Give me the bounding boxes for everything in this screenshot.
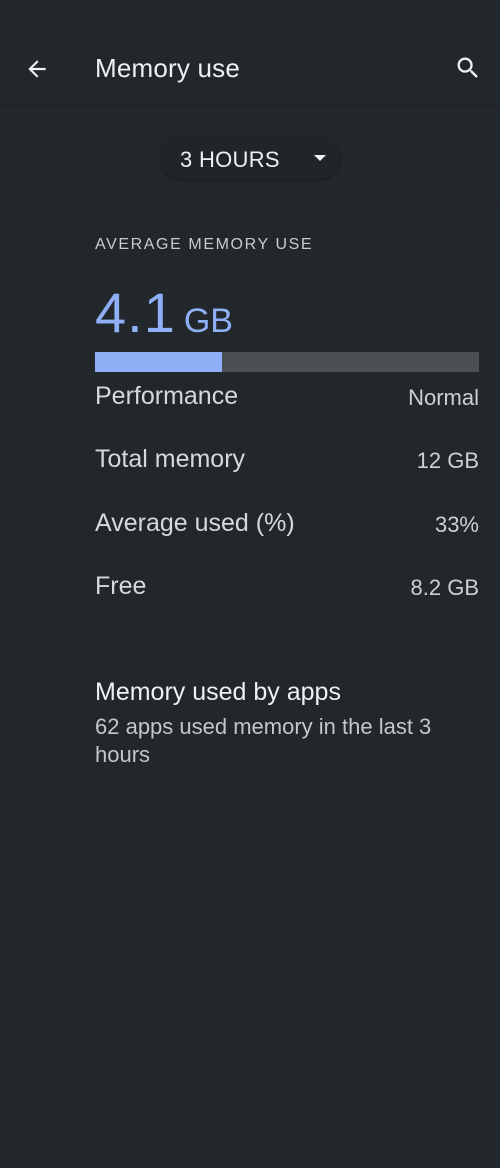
period-dropdown-label: 3 HOURS — [180, 147, 280, 172]
search-button[interactable] — [444, 44, 492, 92]
section-label: AVERAGE MEMORY USE — [95, 236, 314, 253]
stat-row-total-memory: Total memory 12 GB — [95, 445, 479, 481]
stat-label: Total memory — [95, 445, 246, 473]
memory-usage-bar-fill — [95, 352, 222, 372]
stat-label: Free — [95, 572, 147, 600]
search-icon — [457, 57, 478, 78]
stat-value: Normal — [408, 385, 479, 410]
apps-section-title: Memory used by apps — [95, 678, 341, 706]
stat-row-performance: Performance Normal — [95, 382, 479, 418]
average-memory-unit: GB — [183, 302, 233, 340]
average-memory-value: 4.1 GB — [95, 280, 233, 345]
apps-section-subtitle: 62 apps used memory in the last 3 hours — [95, 714, 432, 767]
stat-value: 12 GB — [416, 448, 479, 473]
dropdown-arrow-icon — [314, 155, 326, 161]
stat-row-average-used: Average used (%) 33% — [95, 509, 479, 545]
back-button[interactable] — [13, 45, 61, 93]
app-bar: Memory use — [0, 0, 500, 106]
stat-value: 33% — [434, 512, 479, 537]
arrow-back-icon — [28, 60, 46, 78]
period-selector-row: 3 HOURS — [0, 106, 500, 203]
stat-row-free: Free 8.2 GB — [95, 572, 479, 608]
memory-used-by-apps-item[interactable]: Memory used by apps 62 apps used memory … — [95, 678, 479, 769]
average-memory-number: 4.1 — [95, 281, 176, 344]
memory-usage-bar — [95, 352, 479, 372]
stat-label: Average used (%) — [95, 509, 295, 537]
page-title: Memory use — [95, 53, 241, 83]
period-dropdown[interactable]: 3 HOURS — [160, 137, 340, 179]
stat-label: Performance — [95, 382, 239, 410]
stat-value: 8.2 GB — [410, 575, 479, 600]
